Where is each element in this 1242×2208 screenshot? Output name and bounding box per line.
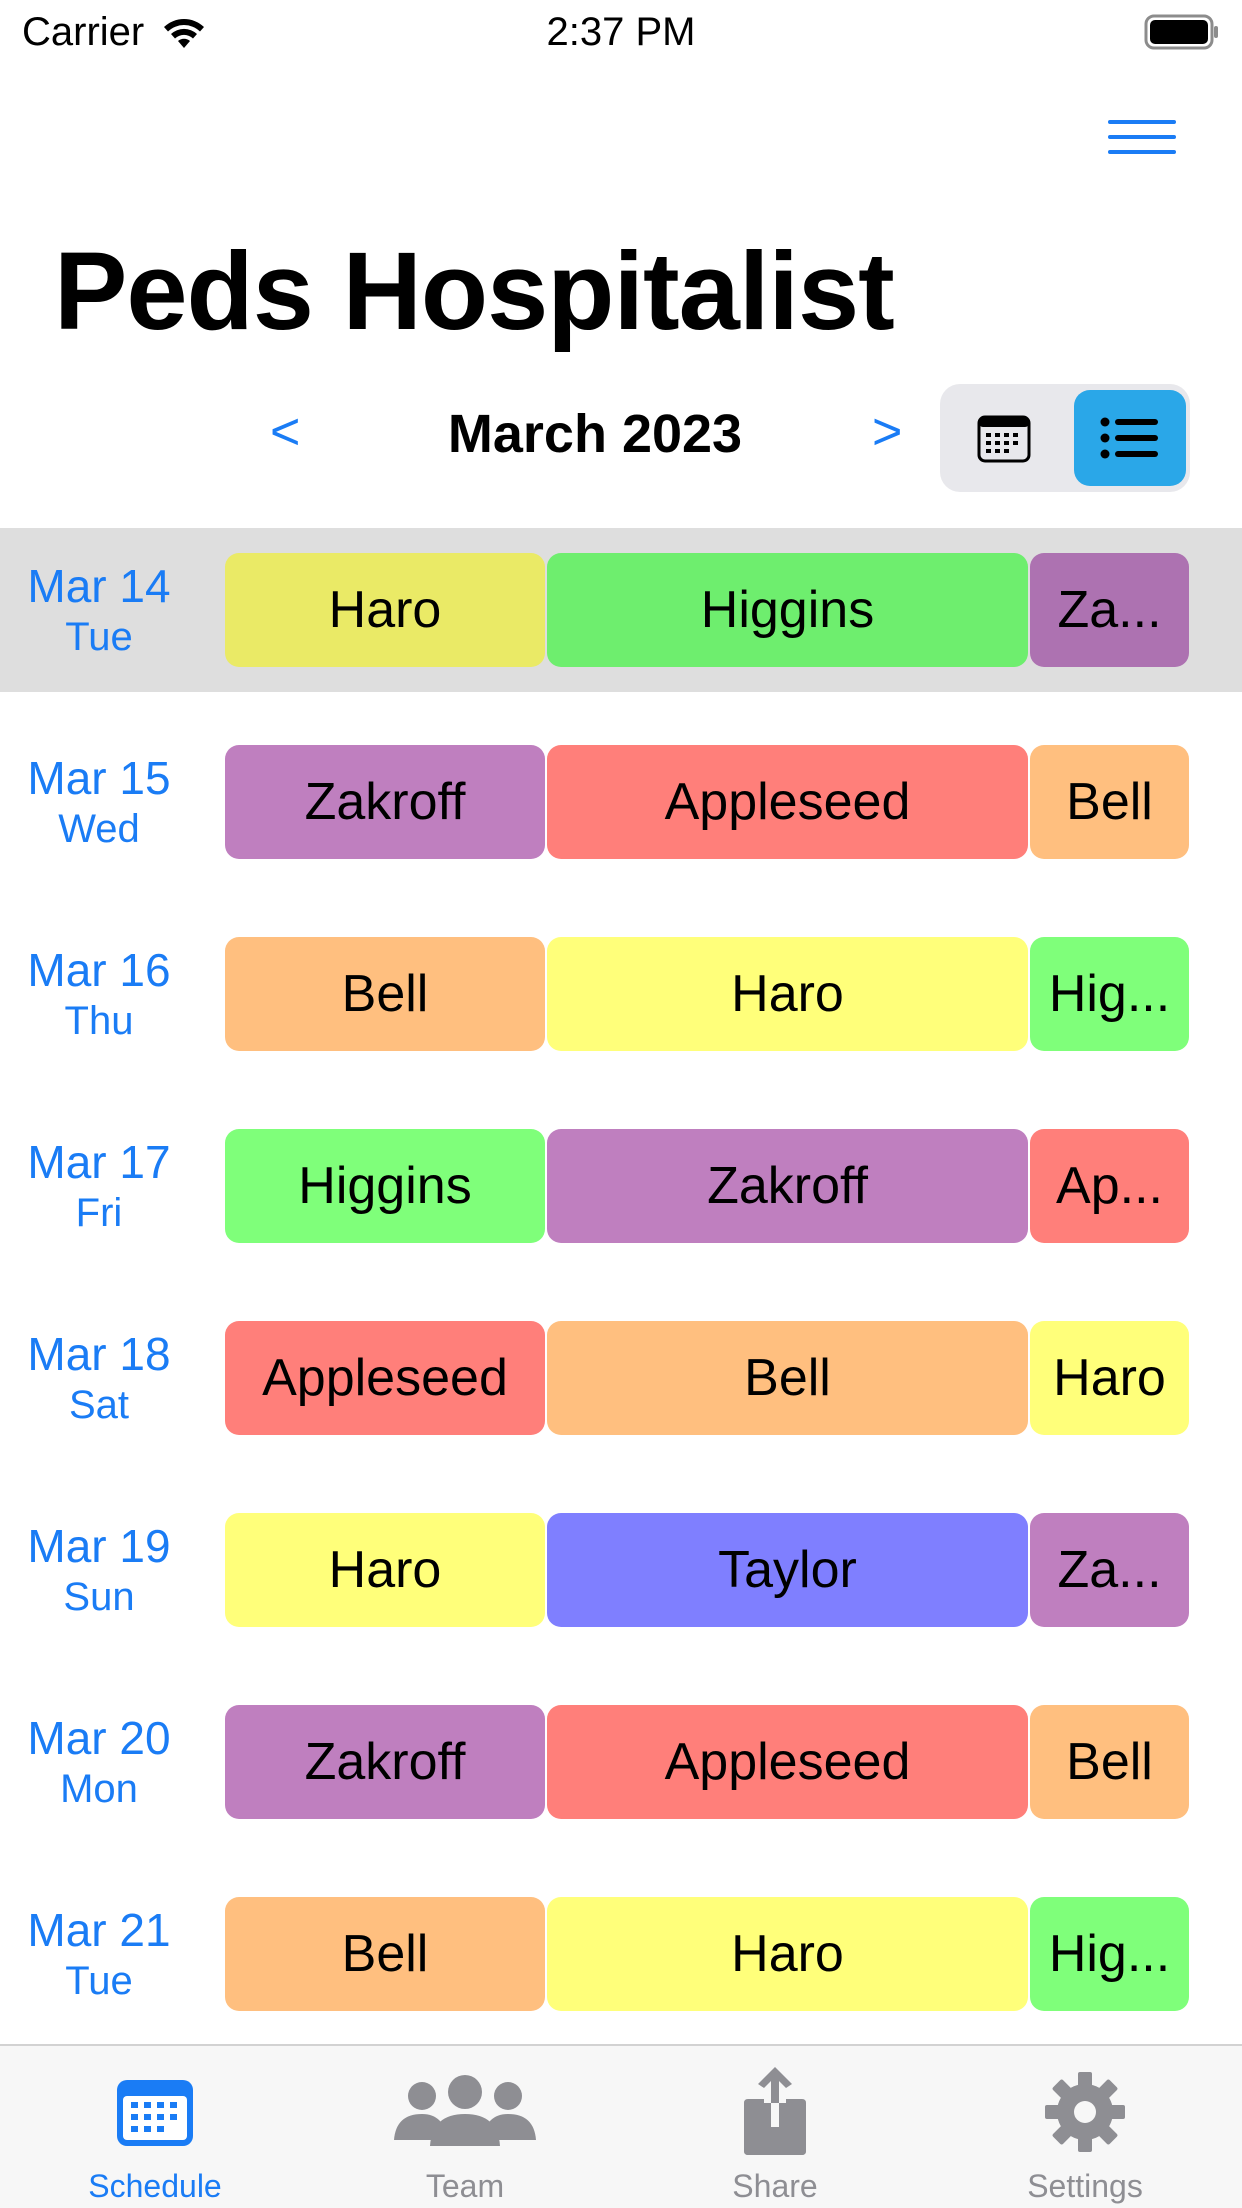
date-label: Mar 20 xyxy=(27,1712,171,1764)
shift-block[interactable]: Bell xyxy=(225,1897,545,2011)
day-label: Mar 21 Tue xyxy=(0,1904,198,2006)
day-label: Mar 14 Tue xyxy=(0,560,198,662)
day-label: Mar 18 Sat xyxy=(0,1328,198,1430)
schedule-row[interactable]: Mar 17 Fri Higgins Zakroff Ap... xyxy=(0,1104,1242,1268)
shift-block[interactable]: Zakroff xyxy=(547,1129,1028,1243)
shift-block[interactable]: Za... xyxy=(1030,553,1189,667)
tab-settings[interactable]: Settings xyxy=(930,2046,1240,2208)
shift-block[interactable]: Haro xyxy=(547,937,1028,1051)
shift-block[interactable]: Haro xyxy=(225,1513,545,1627)
shift-block[interactable]: Bell xyxy=(1030,1705,1189,1819)
tab-label: Settings xyxy=(1027,2168,1143,2204)
schedule-row[interactable]: Mar 14 Tue Haro Higgins Za... xyxy=(0,528,1242,692)
list-icon xyxy=(1100,417,1158,459)
share-icon xyxy=(744,2067,806,2155)
menu-icon-line xyxy=(1108,120,1176,124)
weekday-label: Tue xyxy=(65,1959,133,2003)
schedule-row[interactable]: Mar 21 Tue Bell Haro Hig... xyxy=(0,1872,1242,2036)
weekday-label: Sun xyxy=(63,1575,135,1619)
team-icon xyxy=(394,2075,536,2146)
day-label: Mar 19 Sun xyxy=(0,1520,198,1622)
weekday-label: Fri xyxy=(75,1191,123,1235)
view-toggle xyxy=(940,384,1190,492)
shift-block[interactable]: Ap... xyxy=(1030,1129,1189,1243)
weekday-label: Sat xyxy=(68,1383,130,1427)
calendar-grid-icon xyxy=(977,415,1031,463)
tab-label: Schedule xyxy=(88,2168,222,2204)
shift-block[interactable]: Haro xyxy=(225,553,545,667)
date-label: Mar 21 xyxy=(27,1904,171,1956)
schedule-row[interactable]: Mar 19 Sun Haro Taylor Za... xyxy=(0,1488,1242,1652)
schedule-row[interactable]: Mar 16 Thu Bell Haro Hig... xyxy=(0,912,1242,1076)
month-label: March 2023 xyxy=(447,404,743,464)
day-label: Mar 17 Fri xyxy=(0,1136,198,1238)
tab-label: Share xyxy=(732,2168,818,2204)
shift-block[interactable]: Hig... xyxy=(1030,937,1189,1051)
shift-block[interactable]: Appleseed xyxy=(547,1705,1028,1819)
date-label: Mar 15 xyxy=(27,752,171,804)
clock: 2:37 PM xyxy=(546,10,696,54)
shift-block[interactable]: Appleseed xyxy=(225,1321,545,1435)
shift-block[interactable]: Appleseed xyxy=(547,745,1028,859)
date-label: Mar 16 xyxy=(27,944,171,996)
day-label: Mar 15 Wed xyxy=(0,752,198,854)
date-label: Mar 18 xyxy=(27,1328,171,1380)
calendar-icon xyxy=(117,2080,193,2146)
shift-block[interactable]: Taylor xyxy=(547,1513,1028,1627)
tab-bar: Schedule Team Share Settings xyxy=(0,2044,1242,2208)
shift-block[interactable]: Haro xyxy=(547,1897,1028,2011)
calendar-view-button[interactable] xyxy=(948,390,1060,486)
shift-block[interactable]: Bell xyxy=(547,1321,1028,1435)
day-label: Mar 16 Thu xyxy=(0,944,198,1046)
weekday-label: Tue xyxy=(65,615,133,659)
tab-schedule[interactable]: Schedule xyxy=(0,2046,310,2208)
shift-block[interactable]: Higgins xyxy=(547,553,1028,667)
next-month-button[interactable]: > xyxy=(872,402,902,462)
page-title: Peds Hospitalist xyxy=(54,230,895,353)
tab-share[interactable]: Share xyxy=(620,2046,930,2208)
tab-team[interactable]: Team xyxy=(310,2046,620,2208)
schedule-row[interactable]: Mar 15 Wed Zakroff Appleseed Bell xyxy=(0,720,1242,884)
tab-label: Team xyxy=(425,2168,505,2204)
menu-icon-line xyxy=(1108,135,1176,139)
schedule-row[interactable]: Mar 20 Mon Zakroff Appleseed Bell xyxy=(0,1680,1242,1844)
menu-icon-line xyxy=(1108,150,1176,154)
prev-month-button[interactable]: < xyxy=(270,402,300,462)
weekday-label: Wed xyxy=(58,807,140,851)
date-label: Mar 19 xyxy=(27,1520,171,1572)
shift-block[interactable]: Zakroff xyxy=(225,1705,545,1819)
battery-icon xyxy=(1144,14,1218,50)
shift-block[interactable]: Haro xyxy=(1030,1321,1189,1435)
date-label: Mar 17 xyxy=(27,1136,171,1188)
weekday-label: Thu xyxy=(64,999,134,1043)
shift-block[interactable]: Bell xyxy=(1030,745,1189,859)
date-label: Mar 14 xyxy=(27,560,171,612)
shift-block[interactable]: Hig... xyxy=(1030,1897,1189,2011)
gear-icon xyxy=(1045,2072,1125,2152)
shift-block[interactable]: Zakroff xyxy=(225,745,545,859)
menu-button[interactable] xyxy=(1102,112,1182,172)
shift-block[interactable]: Za... xyxy=(1030,1513,1189,1627)
day-label: Mar 20 Mon xyxy=(0,1712,198,1814)
status-bar: Carrier 2:37 PM xyxy=(0,0,1242,70)
weekday-label: Mon xyxy=(60,1767,138,1811)
schedule-row[interactable]: Mar 18 Sat Appleseed Bell Haro xyxy=(0,1296,1242,1460)
shift-block[interactable]: Bell xyxy=(225,937,545,1051)
shift-block[interactable]: Higgins xyxy=(225,1129,545,1243)
list-view-button[interactable] xyxy=(1074,390,1186,486)
